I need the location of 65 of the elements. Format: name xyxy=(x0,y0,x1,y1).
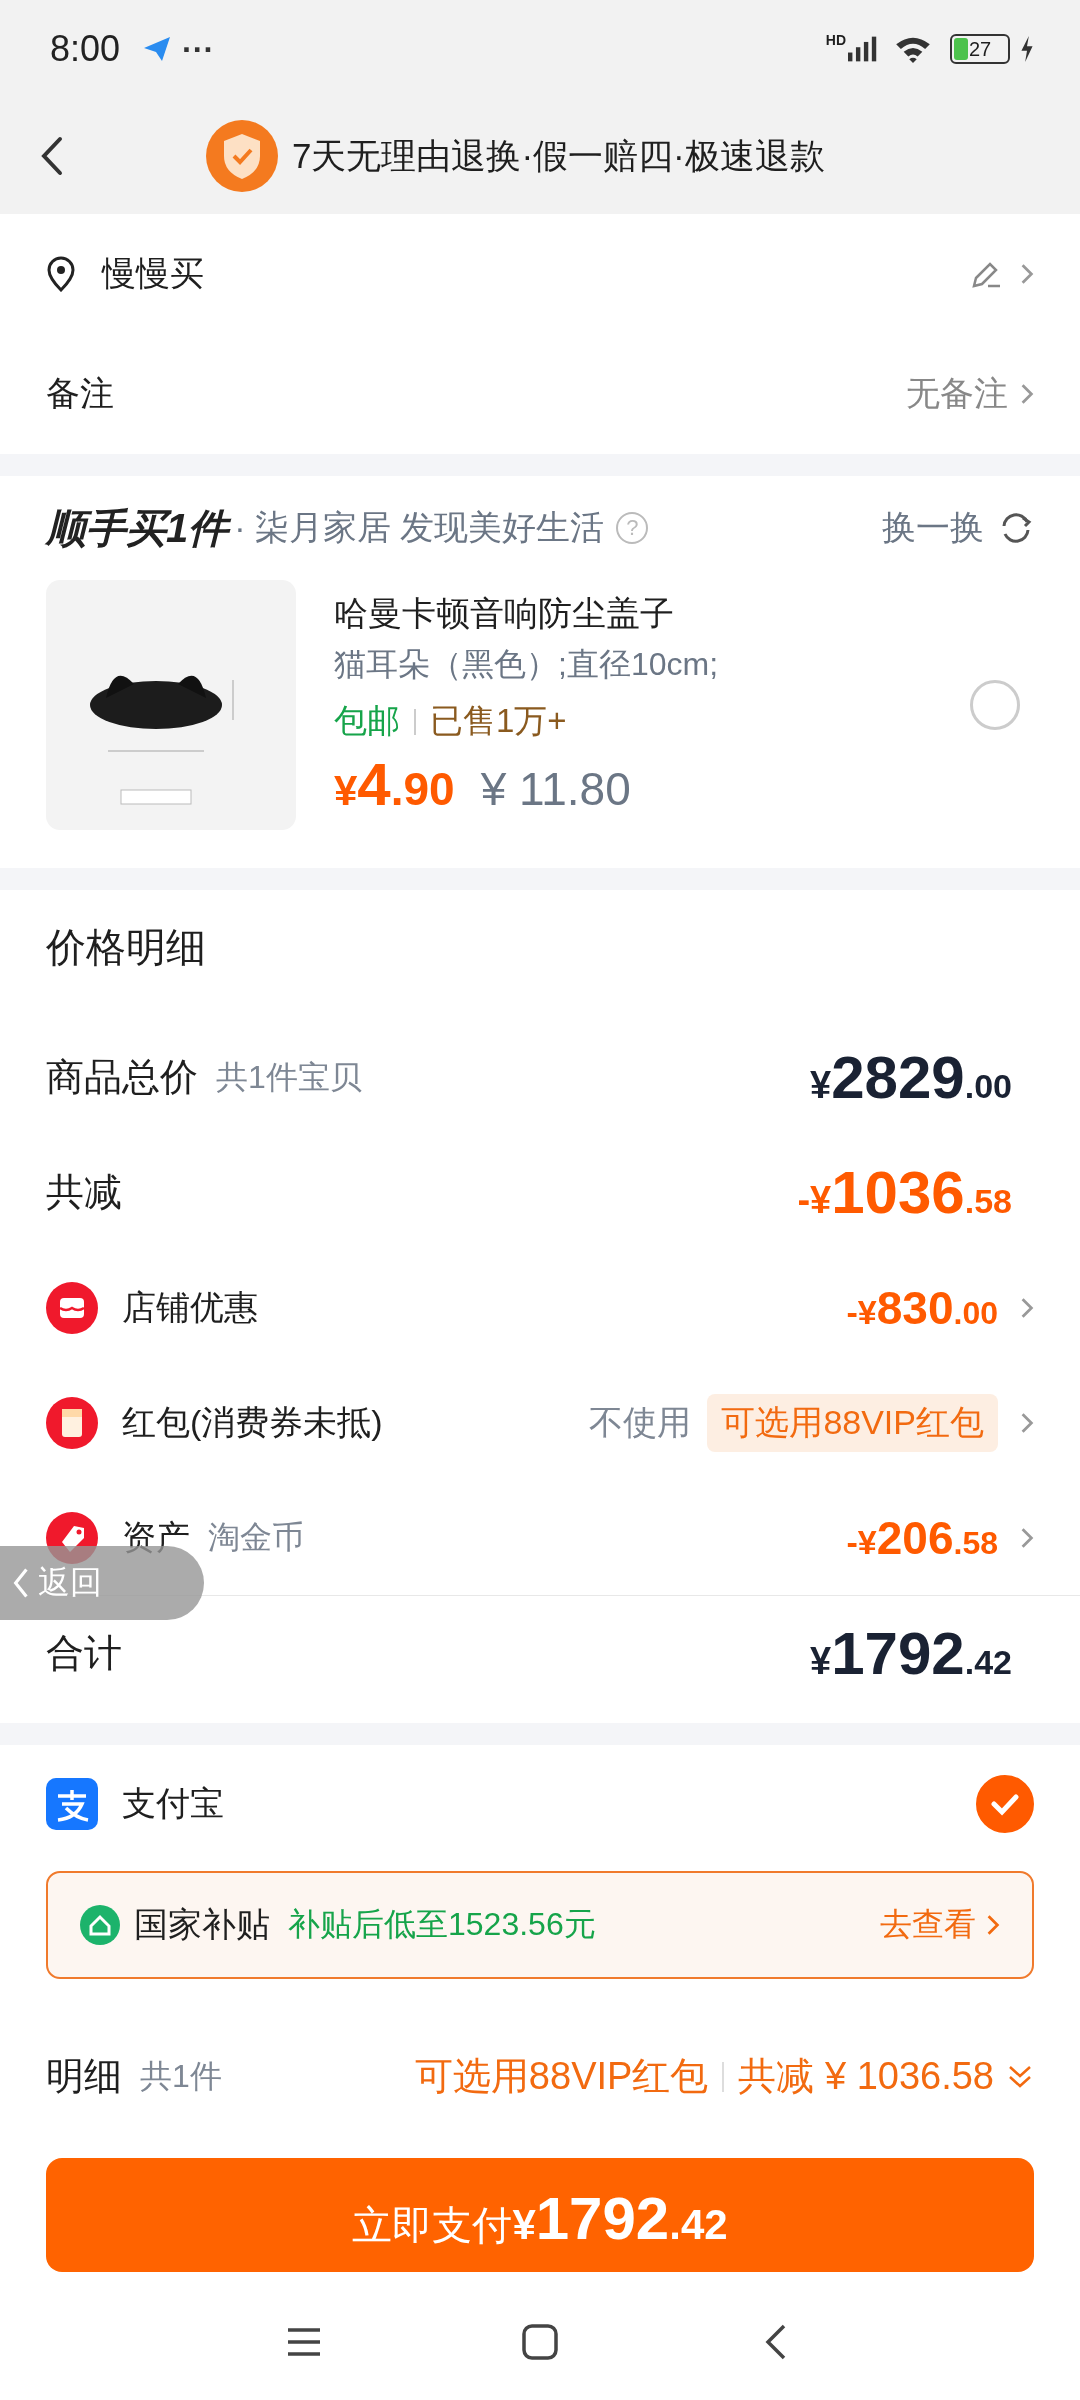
shield-check-icon xyxy=(206,120,278,192)
chevron-icon xyxy=(1020,383,1034,405)
network-label: HD xyxy=(825,32,846,48)
floating-back-button[interactable]: 返回 xyxy=(0,1546,204,1620)
charging-icon xyxy=(1020,36,1034,62)
chevron-left-icon xyxy=(12,1566,30,1600)
remark-value[interactable]: 无备注 xyxy=(906,371,1008,417)
add-on-logo: 顺手买1件 xyxy=(46,504,229,552)
more-notifications: ··· xyxy=(182,30,215,68)
guarantee-title: 7天无理由退换·假一赔四·极速退款 xyxy=(292,134,825,177)
chevron-icon xyxy=(986,1914,1000,1936)
price-label: 红包(消费券未抵) xyxy=(122,1401,383,1443)
chevron-icon xyxy=(1020,263,1034,285)
product-price: ¥4.90 xyxy=(334,750,455,819)
price-note: 淘金币 xyxy=(208,1517,304,1557)
price-label: 共减 xyxy=(46,1170,122,1215)
subsidy-icon xyxy=(80,1905,120,1945)
envelope-icon xyxy=(46,1396,98,1449)
subsidy-banner[interactable]: 国家补贴 补贴后低至1523.56元 去查看 xyxy=(46,1871,1034,1979)
free-shipping-label: 包邮 xyxy=(334,701,400,741)
vip-coupon-note: 可选用88VIP红包 xyxy=(414,2054,709,2099)
sold-count: 已售1万+ xyxy=(430,701,567,741)
price-amount: ¥2829.00 xyxy=(810,1043,1012,1112)
status-time: 8:00 xyxy=(50,28,121,70)
price-label: 商品总价 xyxy=(46,1055,198,1100)
original-price: ¥ 11.80 xyxy=(480,762,631,816)
chevron-icon[interactable] xyxy=(1020,1296,1034,1319)
refresh-link[interactable]: 换一换 xyxy=(882,505,984,551)
chevron-icon[interactable] xyxy=(1020,1526,1034,1549)
wifi-icon xyxy=(894,35,932,63)
price-amount: -¥830.00 xyxy=(846,1280,998,1335)
section-title: 价格明细 xyxy=(46,924,207,971)
vip-coupon-tag[interactable]: 可选用88VIP红包 xyxy=(707,1393,998,1452)
shop-slogan: · 柒月家居 发现美好生活 xyxy=(234,507,605,548)
price-label: 店铺优惠 xyxy=(122,1286,258,1328)
product-spec: 猫耳朵（黑色）;直径10cm; xyxy=(334,645,719,684)
chevron-icon[interactable] xyxy=(1020,1411,1034,1434)
back-label: 返回 xyxy=(38,1563,102,1602)
detail-label: 明细 xyxy=(46,2054,122,2099)
price-amount: -¥206.58 xyxy=(846,1510,998,1565)
address-name: 慢慢买 xyxy=(102,253,204,294)
item-count: 共1件 xyxy=(140,2056,222,2096)
help-icon[interactable]: ? xyxy=(616,512,649,544)
shop-icon xyxy=(46,1281,98,1334)
view-link[interactable]: 去查看 xyxy=(880,1903,976,1947)
product-title[interactable]: 哈曼卡顿音响防尘盖子 xyxy=(334,591,674,637)
payment-method[interactable]: 支付宝 xyxy=(122,1781,224,1827)
battery-icon: 27 xyxy=(950,34,1010,64)
subsidy-label: 国家补贴 xyxy=(134,1904,270,1945)
back-icon[interactable] xyxy=(40,136,64,176)
saving-total: 共减 ¥ 1036.58 xyxy=(738,2054,994,2099)
price-amount: -¥1036.58 xyxy=(797,1158,1012,1227)
not-used-label: 不使用 xyxy=(589,1401,692,1443)
total-amount: ¥1792.42 xyxy=(810,1619,1012,1688)
location-pin-icon xyxy=(46,256,76,292)
select-radio[interactable] xyxy=(970,680,1020,730)
signal-icon xyxy=(848,36,878,62)
price-note: 共1件宝贝 xyxy=(216,1057,362,1097)
remark-label: 备注 xyxy=(46,373,114,414)
pay-now-button[interactable]: 立即支付¥1792.42 xyxy=(46,2158,1034,2272)
home-icon[interactable] xyxy=(520,2322,560,2362)
subsidy-text: 补贴后低至1523.56元 xyxy=(288,1905,596,1944)
selected-check-icon[interactable] xyxy=(976,1775,1034,1833)
total-label: 合计 xyxy=(46,1631,122,1676)
alipay-icon xyxy=(46,1778,98,1830)
